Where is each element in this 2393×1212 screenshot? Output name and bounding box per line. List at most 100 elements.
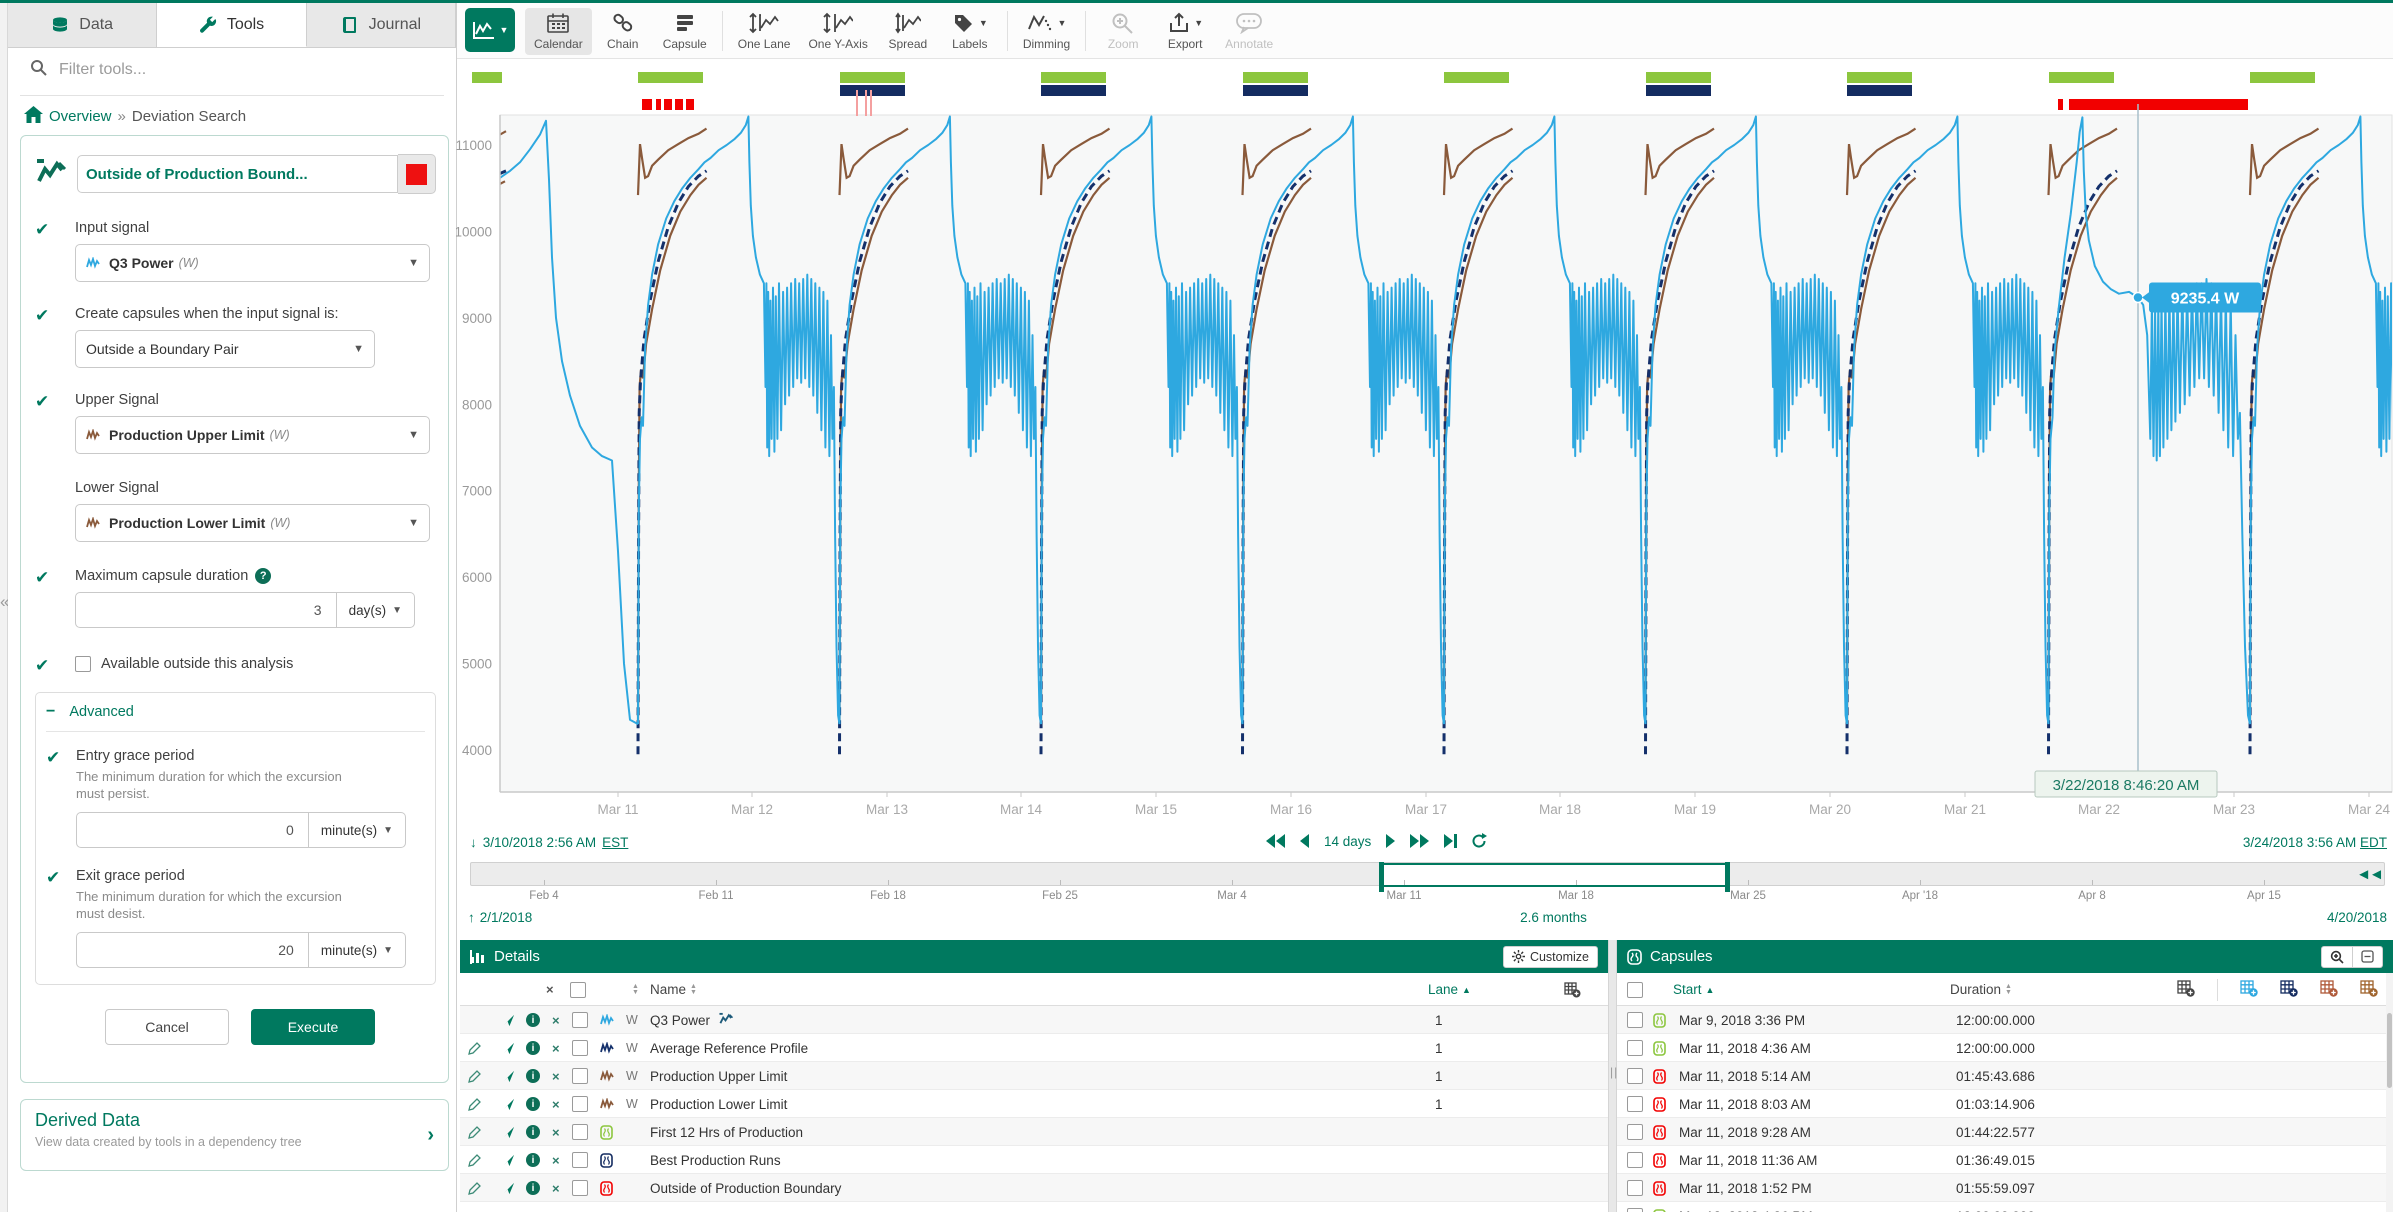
capsule-bar-red[interactable] <box>642 99 652 110</box>
capsule-row[interactable]: Mar 11, 2018 5:14 AM01:45:43.686 <box>1617 1062 2393 1090</box>
edit-icon[interactable] <box>468 1174 481 1202</box>
derived-data-card[interactable]: Derived Data View data created by tools … <box>20 1099 449 1171</box>
row-checkbox[interactable] <box>1627 1174 1643 1202</box>
upper-signal-select[interactable]: Production Upper Limit (W) ▼ <box>75 416 430 454</box>
toolbar-export-button[interactable]: ▼Export <box>1154 8 1216 55</box>
capsule-bar-green[interactable] <box>840 72 905 83</box>
details-row-average-reference-profile[interactable]: i×WAverage Reference Profile1 <box>460 1034 1608 1062</box>
capsule-bar-red[interactable] <box>664 99 672 110</box>
toolbar-dimming-button[interactable]: ▼Dimming <box>1014 8 1079 55</box>
display-range-start[interactable]: ↓ 3/10/2018 2:56 AM EST <box>470 835 628 850</box>
navigator-track[interactable]: ◄◄ <box>470 862 2385 886</box>
navigator-right-handle[interactable] <box>1725 862 1730 892</box>
navigator-end-icon[interactable]: ◄◄ <box>2356 866 2382 883</box>
edit-icon[interactable] <box>468 1034 481 1062</box>
capsule-bar-navy[interactable] <box>1041 85 1106 96</box>
refresh-icon[interactable] <box>1471 833 1487 849</box>
pin-icon[interactable] <box>502 1146 515 1174</box>
add-capsule-column-icon-4[interactable] <box>2320 980 2338 1000</box>
capsule-tick-pink[interactable] <box>865 90 867 116</box>
row-checkbox[interactable] <box>572 1062 588 1090</box>
cancel-button[interactable]: Cancel <box>105 1009 229 1045</box>
pin-icon[interactable] <box>502 1006 515 1034</box>
exit-grace-input[interactable]: 20 <box>76 932 309 968</box>
capsule-bar-red[interactable] <box>675 99 683 110</box>
add-column-icon[interactable] <box>1564 973 1581 1006</box>
remove-icon[interactable]: × <box>552 1062 560 1090</box>
max-duration-input[interactable]: 3 <box>75 592 337 628</box>
tab-journal[interactable]: Journal <box>307 3 456 47</box>
trend-chart[interactable]: 1100010000900080007000600050004000Mar 11… <box>456 60 2393 832</box>
details-row-best-production-runs[interactable]: i×Best Production Runs <box>460 1146 1608 1174</box>
entry-grace-unit-select[interactable]: minute(s) ▼ <box>309 812 406 848</box>
row-checkbox[interactable] <box>1627 1090 1643 1118</box>
range-end-timezone[interactable]: EDT <box>2360 835 2387 850</box>
range-start-timezone[interactable]: EST <box>602 835 628 850</box>
toolbar-capsule-button[interactable]: Capsule <box>654 8 716 55</box>
capsule-bar-navy[interactable] <box>840 85 905 96</box>
capsule-row[interactable]: Mar 11, 2018 1:52 PM01:55:59.097 <box>1617 1174 2393 1202</box>
toolbar-labels-button[interactable]: ▼Labels <box>939 8 1001 55</box>
capsule-bar-navy[interactable] <box>1646 85 1711 96</box>
select-all-checkbox[interactable] <box>570 973 586 1006</box>
view-mode-button[interactable]: ▼ <box>465 8 515 52</box>
row-checkbox[interactable] <box>572 1090 588 1118</box>
row-checkbox[interactable] <box>1627 1006 1643 1034</box>
capsule-row[interactable]: Mar 11, 2018 9:28 AM01:44:22.577 <box>1617 1118 2393 1146</box>
info-icon[interactable]: i <box>526 1062 540 1090</box>
capsules-column-duration[interactable]: Duration ▲▼ <box>1950 973 2012 1006</box>
add-capsule-column-icon-5[interactable] <box>2360 980 2378 1000</box>
remove-icon[interactable]: × <box>552 1034 560 1062</box>
capsule-bar-navy[interactable] <box>1847 85 1912 96</box>
capsule-bar-green[interactable] <box>1041 72 1106 83</box>
details-row-q3-power[interactable]: i×WQ3 Power1 <box>460 1006 1608 1034</box>
input-signal-select[interactable]: Q3 Power (W) ▼ <box>75 244 430 282</box>
filter-tools-search[interactable]: Filter tools... <box>8 47 456 93</box>
sort-icon[interactable]: ▲▼ <box>2005 984 2012 996</box>
navigator-window[interactable] <box>1382 863 1727 887</box>
sort-icon[interactable]: ▲▼ <box>690 984 697 996</box>
capsule-bar-red[interactable] <box>656 99 661 110</box>
row-checkbox[interactable] <box>572 1006 588 1034</box>
capsule-bar-red[interactable] <box>2058 99 2063 110</box>
details-column-name[interactable]: Name ▲▼ <box>650 973 697 1006</box>
capsule-bar-green[interactable] <box>2049 72 2114 83</box>
color-picker-button[interactable] <box>398 154 436 194</box>
toolbar-calendar-button[interactable]: Calendar <box>525 8 592 55</box>
exit-grace-unit-select[interactable]: minute(s) ▼ <box>309 932 406 968</box>
pin-icon[interactable] <box>502 1118 515 1146</box>
row-checkbox[interactable] <box>1627 1062 1643 1090</box>
capsules-collapse-button[interactable] <box>2353 946 2383 968</box>
row-checkbox[interactable] <box>572 1118 588 1146</box>
row-checkbox[interactable] <box>572 1034 588 1062</box>
capsule-bar-green[interactable] <box>2250 72 2315 83</box>
capsule-row[interactable]: Mar 11, 2018 8:03 AM01:03:14.906 <box>1617 1090 2393 1118</box>
remove-icon[interactable]: × <box>552 1146 560 1174</box>
add-capsule-column-icon-1[interactable] <box>2177 980 2195 1000</box>
info-icon[interactable]: i <box>526 1034 540 1062</box>
toolbar-spread-button[interactable]: Spread <box>877 8 939 55</box>
info-icon[interactable]: i <box>526 1174 540 1202</box>
capsule-row[interactable]: Mar 11, 2018 4:36 AM12:00:00.000 <box>1617 1034 2393 1062</box>
pin-icon[interactable] <box>502 1174 515 1202</box>
remove-all-icon[interactable]: × <box>546 973 554 1006</box>
display-range-end[interactable]: 3/24/2018 3:56 AM EDT <box>2243 835 2387 850</box>
customize-button[interactable]: Customize <box>1503 946 1598 968</box>
capsule-bar-green[interactable] <box>472 72 502 83</box>
pin-icon[interactable] <box>502 1062 515 1090</box>
row-checkbox[interactable] <box>1627 1118 1643 1146</box>
toolbar-one-y-axis-button[interactable]: One Y-Axis <box>799 8 876 55</box>
breadcrumb-overview-link[interactable]: Overview <box>49 108 112 125</box>
edit-icon[interactable] <box>468 1090 481 1118</box>
capsule-bar-green[interactable] <box>1243 72 1308 83</box>
step-to-end-icon[interactable] <box>1443 834 1457 848</box>
entry-grace-input[interactable]: 0 <box>76 812 309 848</box>
details-row-production-upper-limit[interactable]: i×WProduction Upper Limit1 <box>460 1062 1608 1090</box>
info-icon[interactable]: i <box>526 1006 540 1034</box>
investigate-range-start[interactable]: ↑ 2/1/2018 <box>468 910 532 925</box>
details-row-outside-of-production-boundary[interactable]: i×Outside of Production Boundary <box>460 1174 1608 1202</box>
navigator-left-handle[interactable] <box>1379 862 1384 892</box>
info-icon[interactable]: i <box>526 1090 540 1118</box>
capsules-select-all-checkbox[interactable] <box>1627 973 1643 1006</box>
help-icon[interactable]: ? <box>255 568 271 584</box>
